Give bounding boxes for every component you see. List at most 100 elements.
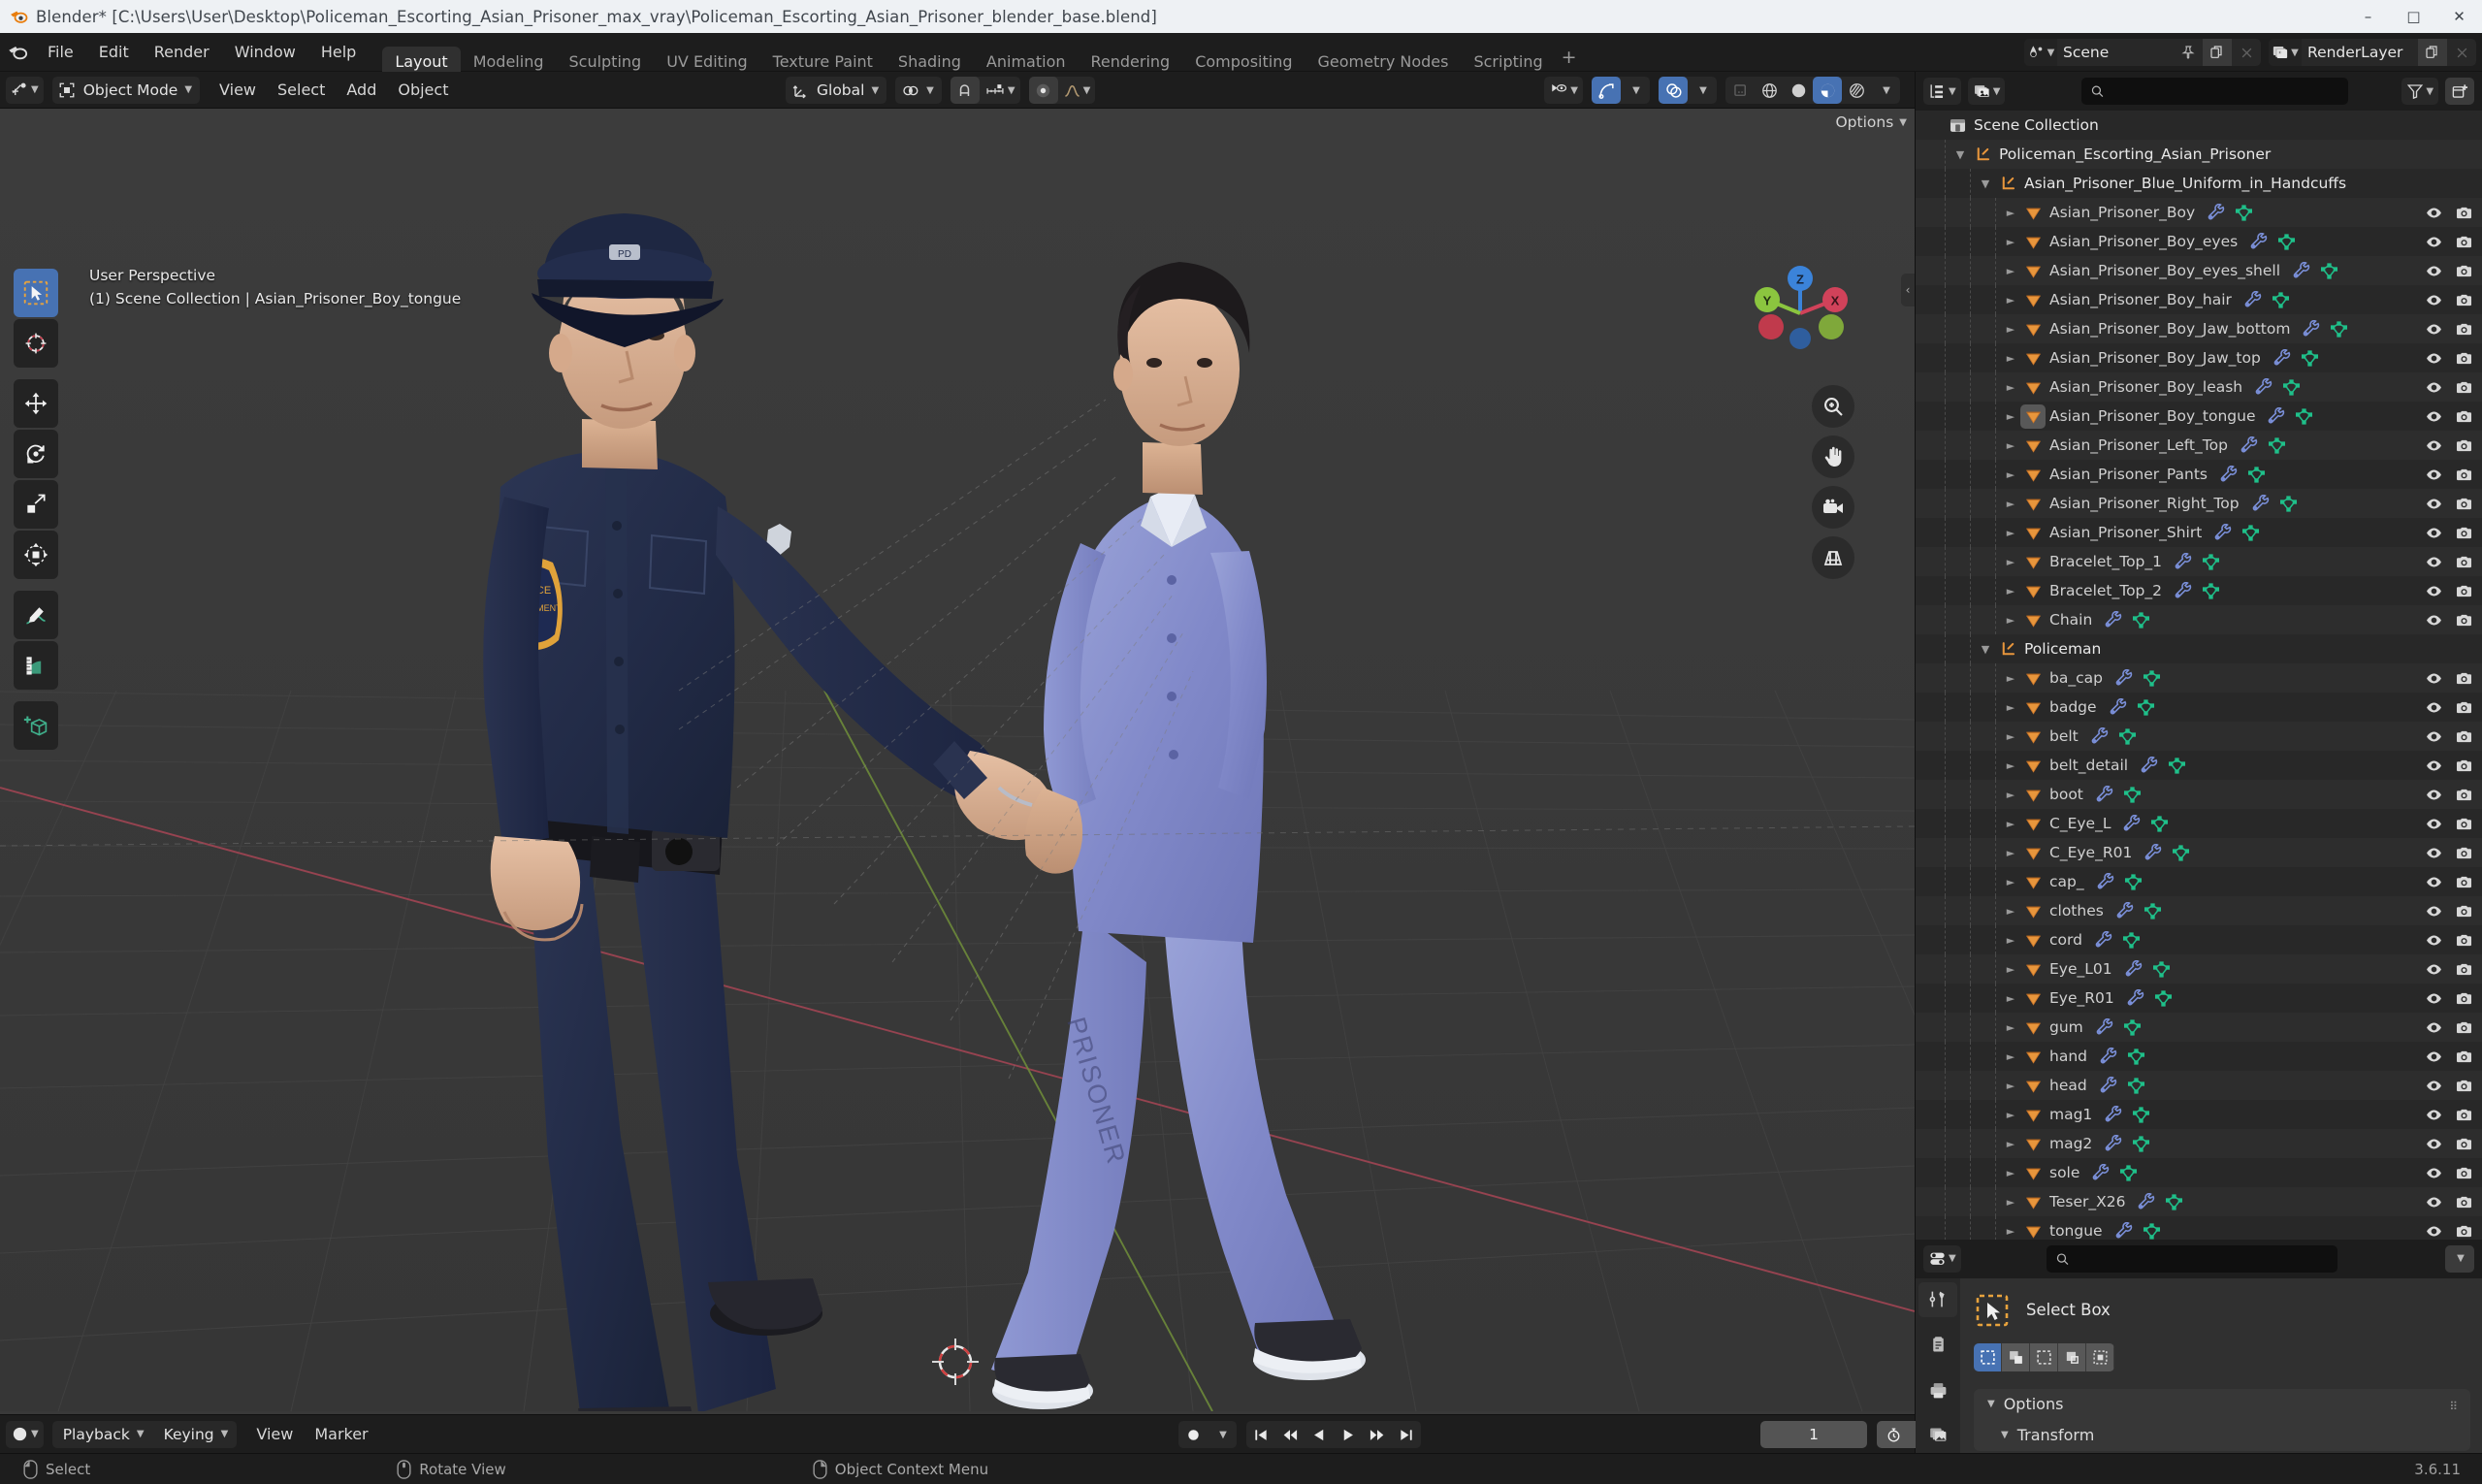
outliner-row[interactable]: ▼ Asian_Prisoner_Blue_Uniform_in_Handcuff…: [1916, 169, 2482, 198]
mesh-data-icon[interactable]: [2301, 349, 2319, 368]
modifier-wrench-icon[interactable]: [2255, 377, 2273, 397]
disable-in-renders-icon[interactable]: [2456, 292, 2472, 308]
menu-render[interactable]: Render: [143, 40, 221, 65]
timeline-dropdowns[interactable]: Playback ▼ Keying ▼: [51, 1420, 238, 1448]
rendered-shading-icon[interactable]: [1842, 77, 1871, 104]
play-button[interactable]: [1334, 1421, 1363, 1448]
hide-in-viewport-icon[interactable]: [2426, 1078, 2442, 1094]
outliner-row[interactable]: ► Asian_Prisoner_Left_Top: [1916, 431, 2482, 460]
show-gizmo-icon[interactable]: [1592, 77, 1621, 104]
properties-editor-type[interactable]: ▼: [1923, 1244, 1961, 1273]
disable-in-renders-icon[interactable]: [2456, 554, 2472, 570]
empty-axis-icon[interactable]: [1970, 140, 1995, 169]
wireframe-shading-icon[interactable]: [1755, 77, 1784, 104]
chevron-right-icon[interactable]: ►: [2001, 693, 2020, 722]
hide-in-viewport-icon[interactable]: [2426, 758, 2442, 774]
disable-in-renders-icon[interactable]: [2456, 816, 2472, 832]
mesh-object-icon[interactable]: [2020, 605, 2046, 634]
chevron-right-icon[interactable]: ►: [2001, 372, 2020, 402]
object-visibility-icon[interactable]: ▼: [1544, 77, 1583, 104]
outliner-row[interactable]: ► cord: [1916, 925, 2482, 954]
disable-in-renders-icon[interactable]: [2456, 612, 2472, 629]
modifier-wrench-icon[interactable]: [2293, 261, 2311, 280]
move-tool[interactable]: [14, 379, 58, 428]
mesh-data-icon[interactable]: [2152, 960, 2171, 979]
modifier-wrench-icon[interactable]: [2123, 814, 2142, 833]
hide-in-viewport-icon[interactable]: [2426, 990, 2442, 1007]
mesh-object-icon[interactable]: [2020, 198, 2046, 227]
hide-in-viewport-icon[interactable]: [2426, 1223, 2442, 1240]
disable-in-renders-icon[interactable]: [2456, 234, 2472, 250]
viewport-options-toggle[interactable]: Options ▼: [1835, 113, 1907, 131]
mesh-object-icon[interactable]: [2020, 1013, 2046, 1042]
modifier-wrench-icon[interactable]: [2095, 930, 2113, 950]
chevron-right-icon[interactable]: ►: [2001, 576, 2020, 605]
hide-in-viewport-icon[interactable]: [2426, 379, 2442, 396]
outliner-row[interactable]: ► clothes: [1916, 896, 2482, 925]
outliner-row[interactable]: ► Asian_Prisoner_Boy_Jaw_bottom: [1916, 314, 2482, 343]
tab-render[interactable]: [1918, 1327, 1957, 1363]
hide-in-viewport-icon[interactable]: [2426, 292, 2442, 308]
playback-menu[interactable]: Playback ▼: [52, 1421, 153, 1448]
hide-in-viewport-icon[interactable]: [2426, 961, 2442, 978]
mesh-data-icon[interactable]: [2144, 902, 2162, 920]
outliner-row[interactable]: ► cap_: [1916, 867, 2482, 896]
mesh-object-icon[interactable]: [2020, 372, 2046, 402]
modifier-wrench-icon[interactable]: [2092, 1163, 2111, 1182]
hide-in-viewport-icon[interactable]: [2426, 263, 2442, 279]
new-viewlayer-icon[interactable]: [2418, 39, 2447, 66]
viewport-menu-add[interactable]: Add: [336, 78, 387, 103]
proportional-editing-group[interactable]: ▼: [1028, 77, 1096, 104]
viewlayer-selector[interactable]: ▼ RenderLayer: [2269, 39, 2476, 66]
outliner-row[interactable]: ► ba_cap: [1916, 663, 2482, 693]
timeline-view-menu[interactable]: View: [245, 1422, 304, 1447]
mesh-data-icon[interactable]: [2123, 786, 2142, 804]
shading-options-caret[interactable]: ▼: [1871, 77, 1900, 104]
properties-options-caret[interactable]: ▼: [2445, 1244, 2474, 1273]
properties-icon[interactable]: ▼: [1923, 1245, 1961, 1273]
chevron-right-icon[interactable]: ►: [2001, 314, 2020, 343]
modifier-wrench-icon[interactable]: [2244, 290, 2263, 309]
disable-in-renders-icon[interactable]: [2456, 496, 2472, 512]
mesh-data-icon[interactable]: [2132, 1106, 2150, 1124]
new-scene-icon[interactable]: [2203, 39, 2232, 66]
modifier-wrench-icon[interactable]: [2105, 1105, 2123, 1124]
disable-in-renders-icon[interactable]: [2456, 990, 2472, 1007]
shading-mode-group[interactable]: ▼: [1725, 77, 1900, 104]
viewport-3d[interactable]: POLICE DEPARTMENT: [0, 109, 1915, 1414]
menu-file[interactable]: File: [36, 40, 85, 65]
pan-view-icon[interactable]: [1812, 436, 1854, 478]
outliner-row[interactable]: ► head: [1916, 1071, 2482, 1100]
timeline-marker-menu[interactable]: Marker: [304, 1422, 378, 1447]
mesh-object-icon[interactable]: [2020, 954, 2046, 984]
mesh-data-icon[interactable]: [2154, 989, 2173, 1008]
transform-tool[interactable]: [14, 531, 58, 579]
new-collection-icon[interactable]: [2445, 78, 2475, 105]
modifier-wrench-icon[interactable]: [2115, 1221, 2134, 1240]
disable-in-renders-icon[interactable]: [2456, 321, 2472, 338]
chevron-right-icon[interactable]: ►: [2001, 605, 2020, 634]
tweak-tool[interactable]: [14, 269, 58, 317]
properties-search-input[interactable]: [2075, 1249, 2329, 1268]
modifier-wrench-icon[interactable]: [2105, 610, 2123, 629]
snap-magnet-icon[interactable]: [950, 77, 980, 104]
menu-help[interactable]: Help: [309, 40, 368, 65]
mesh-data-icon[interactable]: [2247, 466, 2266, 484]
mesh-data-icon[interactable]: [2122, 931, 2141, 950]
mesh-data-icon[interactable]: [2119, 1164, 2138, 1182]
delete-scene-icon[interactable]: [2232, 39, 2261, 66]
hide-in-viewport-icon[interactable]: [2426, 845, 2442, 861]
mesh-object-icon[interactable]: [2020, 576, 2046, 605]
disable-in-renders-icon[interactable]: [2456, 437, 2472, 454]
editor-type-selector[interactable]: ▼: [6, 76, 44, 104]
outliner-icon[interactable]: ▼: [1923, 78, 1961, 105]
timeline-icon[interactable]: ▼: [6, 1421, 44, 1448]
outliner-row[interactable]: ► belt: [1916, 722, 2482, 751]
disable-in-renders-icon[interactable]: [2456, 961, 2472, 978]
chevron-down-icon[interactable]: ▼: [1950, 140, 1970, 169]
options-panel-header[interactable]: ▼ Options ⠿: [1974, 1389, 2470, 1420]
tab-output[interactable]: [1918, 1372, 1957, 1408]
outliner-search-input[interactable]: [2111, 82, 2340, 100]
modifier-wrench-icon[interactable]: [2115, 668, 2134, 688]
modifier-wrench-icon[interactable]: [2252, 494, 2271, 513]
